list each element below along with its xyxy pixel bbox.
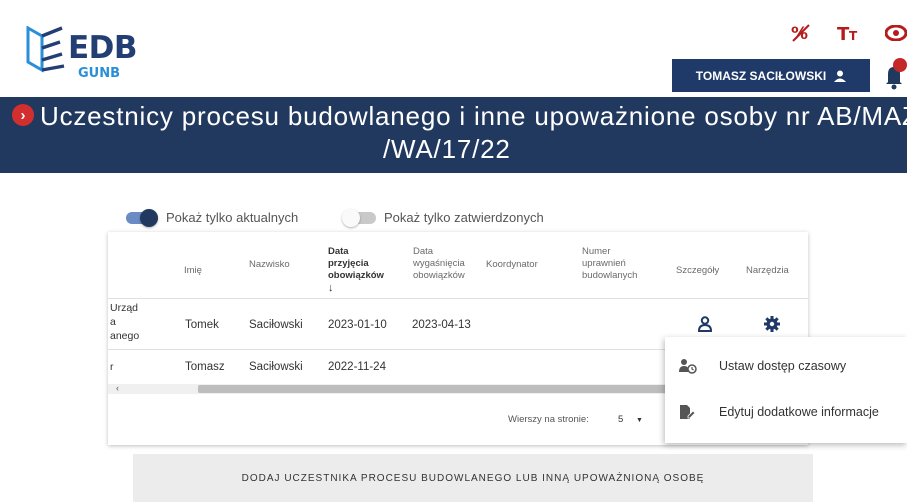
- table-cell-expired-date: 2023-04-13: [412, 319, 471, 331]
- rows-per-page-select[interactable]: 5 ▼: [618, 414, 643, 425]
- scroll-left-icon[interactable]: ‹: [116, 383, 119, 393]
- column-header-accepted-date[interactable]: Data przyjęcia obowiązków ↓: [328, 246, 384, 294]
- text-size-icon[interactable]: TT: [837, 23, 859, 49]
- header-line: Data: [328, 246, 349, 257]
- column-header-permission-number[interactable]: Numer uprawnień budowlanych: [582, 246, 637, 282]
- table-cell-first-name: Tomek: [185, 319, 219, 331]
- eye-icon[interactable]: [884, 24, 907, 47]
- accessibility-toolbar: % TT: [791, 22, 907, 50]
- show-current-toggle[interactable]: Pokaż tylko aktualnych: [126, 208, 299, 227]
- chevron-right-icon[interactable]: ›: [12, 104, 34, 126]
- header-line: przyjęcia: [328, 258, 369, 269]
- person-clock-icon: [679, 359, 697, 374]
- menu-item-label: Ustaw dostęp czasowy: [719, 359, 847, 373]
- column-header-details: Szczegóły: [676, 265, 720, 276]
- contrast-icon[interactable]: %: [791, 23, 811, 49]
- column-header-tools: Narzędzia: [746, 265, 789, 276]
- header-line: Numer: [582, 246, 611, 257]
- scrollbar-thumb[interactable]: [198, 385, 668, 393]
- table-cell-last-name: Saciłowski: [249, 361, 303, 373]
- dropdown-arrow-icon: ▼: [635, 417, 643, 424]
- role-line: Urząd: [110, 302, 139, 314]
- column-header-expired-date[interactable]: Data wygaśnięcia obowiązków: [413, 246, 465, 282]
- page-title-line2: /WA/17/22: [383, 134, 511, 164]
- page-title: Uczestnicy procesu budowlanego i inne up…: [40, 100, 907, 166]
- edb-logo-icon: [26, 26, 65, 73]
- toggle-switch-on[interactable]: [126, 208, 158, 227]
- rows-per-page-label: Wierszy na stronie:: [508, 414, 589, 425]
- menu-item-set-temporary-access[interactable]: Ustaw dostęp czasowy: [665, 343, 907, 389]
- user-account-button[interactable]: TOMASZ SACIŁOWSKI: [672, 59, 870, 92]
- show-current-label: Pokaż tylko aktualnych: [166, 210, 299, 225]
- header-line: wygaśnięcia: [413, 258, 465, 269]
- column-header-last-name[interactable]: Nazwisko: [249, 259, 290, 271]
- header-line: uprawnień: [582, 258, 626, 269]
- person-icon: [834, 70, 847, 82]
- toggle-switch-off[interactable]: [342, 208, 376, 227]
- sort-arrow-icon[interactable]: ↓: [328, 282, 384, 294]
- column-header-coordinator[interactable]: Koordynator: [486, 259, 538, 271]
- logo-text: EDB: [68, 30, 138, 66]
- role-line: a: [110, 316, 116, 328]
- user-name: TOMASZ SACIŁOWSKI: [695, 68, 827, 83]
- person-details-icon[interactable]: [698, 316, 712, 332]
- header-line: obowiązków: [413, 270, 465, 281]
- gear-icon[interactable]: [764, 316, 780, 332]
- menu-item-label: Edytuj dodatkowe informacje: [719, 405, 879, 419]
- show-approved-label: Pokaż tylko zatwierdzonych: [384, 210, 544, 225]
- table-cell-last-name: Saciłowski: [249, 319, 303, 331]
- column-header-first-name[interactable]: Imię: [184, 265, 202, 277]
- header-line: Data: [413, 246, 434, 257]
- rows-per-page-value: 5: [618, 414, 624, 425]
- header-line: budowlanych: [582, 270, 638, 281]
- page-title-line1: Uczestnicy procesu budowlanego i inne up…: [40, 101, 907, 131]
- edb-logo[interactable]: EDB GUNB: [26, 26, 156, 81]
- divider: [108, 298, 808, 299]
- notification-badge: [893, 58, 907, 72]
- table-cell-role: r: [110, 361, 114, 373]
- table-cell-first-name: Tomasz: [185, 361, 225, 373]
- show-approved-toggle[interactable]: Pokaż tylko zatwierdzonych: [342, 208, 544, 227]
- table-cell-role: Urząd a anego: [110, 301, 139, 343]
- header-line: obowiązków: [328, 270, 384, 281]
- edit-document-icon: [680, 405, 695, 419]
- role-line: anego: [110, 330, 140, 342]
- svg-text:T: T: [849, 29, 858, 43]
- menu-item-edit-additional-info[interactable]: Edytuj dodatkowe informacje: [665, 389, 907, 435]
- table-cell-accepted-date: 2022-11-24: [328, 361, 386, 373]
- add-participant-button[interactable]: DODAJ UCZESTNIKA PROCESU BUDOWLANEGO LUB…: [133, 454, 813, 502]
- logo-subtext: GUNB: [78, 66, 121, 81]
- table-cell-accepted-date: 2023-01-10: [328, 319, 387, 331]
- tools-context-menu: Ustaw dostęp czasowy Edytuj dodatkowe in…: [665, 337, 907, 443]
